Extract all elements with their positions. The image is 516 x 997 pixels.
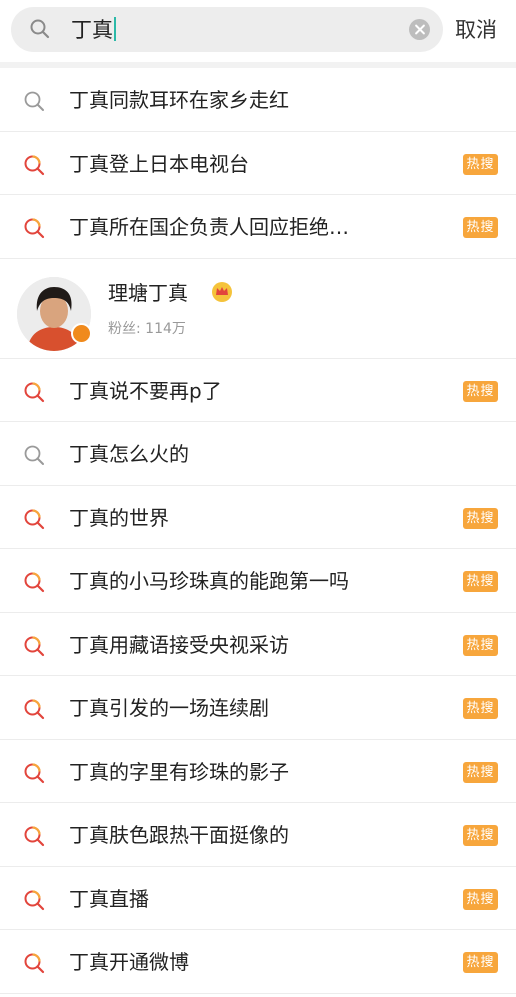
hot-badge: 热搜 — [463, 888, 498, 910]
suggestion-item[interactable]: 丁真同款耳环在家乡走红 — [0, 68, 516, 132]
user-result-item[interactable]: 理塘丁真 粉丝: 114万 — [0, 258, 516, 359]
suggestion-item[interactable]: 丁真怎么火的 — [0, 422, 516, 486]
suggestion-item[interactable]: 丁真的世界 热搜 — [0, 485, 516, 549]
hot-badge: 热搜 — [463, 507, 498, 529]
suggestion-text: 丁真怎么火的 — [69, 442, 189, 466]
suggestion-text: 丁真直播 — [69, 886, 149, 911]
search-history-icon — [24, 91, 44, 111]
search-input[interactable]: 丁真 — [71, 16, 116, 44]
search-history-icon — [24, 445, 44, 465]
clear-search-icon[interactable] — [409, 19, 430, 40]
cancel-button[interactable]: 取消 — [455, 15, 497, 45]
hot-badge: 热搜 — [463, 634, 498, 656]
hot-search-icon — [24, 572, 45, 593]
suggestion-text: 丁真的字里有珍珠的影子 — [69, 759, 289, 784]
hot-search-icon — [24, 826, 45, 847]
suggestion-text: 丁真同款耳环在家乡走红 — [69, 88, 289, 112]
suggestion-text: 丁真开通微博 — [69, 950, 189, 974]
suggestion-text: 丁真的小马珍珠真的能跑第一吗 — [69, 569, 349, 593]
hot-badge: 热搜 — [463, 571, 498, 592]
suggestion-list: 丁真同款耳环在家乡走红 丁真登上日本电视台 热搜 丁真所在国企负责人回应拒绝… … — [0, 68, 516, 994]
hot-search-icon — [24, 953, 45, 974]
suggestion-item[interactable]: 丁真的小马珍珠真的能跑第一吗 热搜 — [0, 549, 516, 613]
hot-search-icon — [24, 635, 45, 656]
suggestion-item[interactable]: 丁真所在国企负责人回应拒绝… 热搜 — [0, 195, 516, 259]
hot-badge: 热搜 — [463, 952, 498, 973]
hot-search-icon — [24, 508, 45, 529]
suggestion-text: 丁真引发的一场连续剧 — [69, 696, 269, 720]
suggestion-text: 丁真登上日本电视台 — [69, 151, 249, 176]
suggestion-item[interactable]: 丁真引发的一场连续剧 热搜 — [0, 676, 516, 740]
hot-badge: 热搜 — [463, 153, 498, 175]
suggestion-item[interactable]: 丁真肤色跟热干面挺像的 热搜 — [0, 803, 516, 867]
hot-badge: 热搜 — [463, 698, 498, 719]
hot-search-icon — [24, 381, 45, 402]
suggestion-item[interactable]: 丁真登上日本电视台 热搜 — [0, 131, 516, 195]
hot-search-icon — [24, 762, 45, 783]
text-cursor — [114, 17, 116, 41]
suggestion-text: 丁真所在国企负责人回应拒绝… — [69, 215, 349, 239]
hot-search-icon — [24, 699, 45, 720]
suggestion-text: 丁真肤色跟热干面挺像的 — [69, 823, 289, 847]
search-bar: 丁真 取消 — [0, 0, 516, 62]
suggestion-item[interactable]: 丁真用藏语接受央视采访 热搜 — [0, 612, 516, 676]
crown-icon — [212, 281, 232, 302]
search-icon — [30, 19, 50, 39]
hot-badge: 热搜 — [463, 380, 498, 402]
user-name: 理塘丁真 — [108, 280, 188, 305]
hot-badge: 热搜 — [463, 825, 498, 846]
suggestion-item[interactable]: 丁真开通微博 热搜 — [0, 930, 516, 994]
hot-search-icon — [24, 218, 45, 239]
search-query-text: 丁真 — [71, 18, 113, 42]
suggestion-item[interactable]: 丁真的字里有珍珠的影子 热搜 — [0, 739, 516, 803]
suggestion-text: 丁真的世界 — [69, 505, 169, 530]
hot-search-icon — [24, 154, 45, 175]
verified-badge-icon — [71, 322, 92, 344]
suggestion-item[interactable]: 丁真直播 热搜 — [0, 866, 516, 930]
suggestion-text: 丁真用藏语接受央视采访 — [69, 632, 289, 657]
search-field[interactable]: 丁真 — [11, 7, 443, 52]
hot-search-icon — [24, 889, 45, 910]
suggestion-text: 丁真说不要再p了 — [69, 378, 222, 403]
hot-badge: 热搜 — [463, 761, 498, 783]
suggestion-item[interactable]: 丁真说不要再p了 热搜 — [0, 358, 516, 422]
hot-badge: 热搜 — [463, 217, 498, 238]
fans-count: 粉丝: 114万 — [108, 320, 186, 337]
